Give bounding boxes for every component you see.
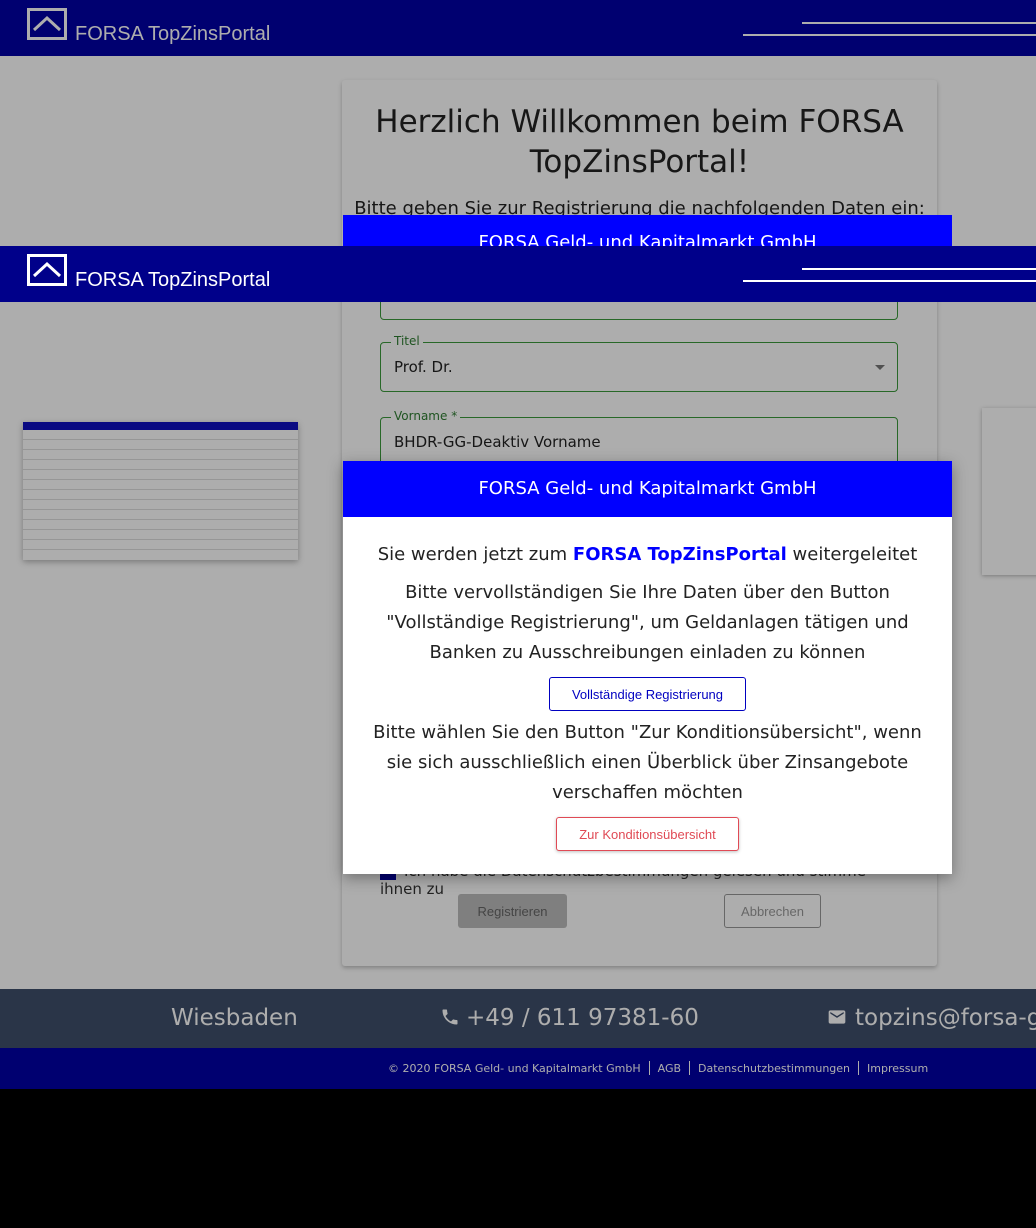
page: FORSA TopZinsPortal Herzlich Willkommen … bbox=[0, 0, 1036, 1089]
logo-icon bbox=[27, 254, 67, 286]
header-line bbox=[743, 280, 1036, 282]
dialog-redirect-text: Sie werden jetzt zum FORSA TopZinsPortal… bbox=[377, 544, 918, 565]
full-registration-button[interactable]: Vollständige Registrierung bbox=[549, 677, 746, 711]
portal-name: FORSA TopZinsPortal bbox=[572, 544, 787, 565]
dialog-title: FORSA Geld- und Kapitalmarkt GmbH bbox=[343, 461, 952, 517]
header-line bbox=[802, 268, 1036, 270]
stacked-dialog-header: FORSA Geld- und Kapitalmarkt GmbH bbox=[343, 215, 952, 246]
dialog-overview-text: Bitte wählen Sie den Button "Zur Konditi… bbox=[373, 722, 922, 803]
redirect-dialog: FORSA Geld- und Kapitalmarkt GmbH Sie we… bbox=[343, 461, 952, 874]
logo-text: FORSA TopZinsPortal bbox=[75, 269, 271, 291]
stacked-header: FORSA TopZinsPortal bbox=[0, 246, 1036, 302]
conditions-overview-button[interactable]: Zur Konditionsübersicht bbox=[556, 817, 739, 851]
dialog-registration-text: Bitte vervollständigen Sie Ihre Daten üb… bbox=[386, 582, 909, 663]
logo: FORSA TopZinsPortal bbox=[27, 254, 270, 290]
